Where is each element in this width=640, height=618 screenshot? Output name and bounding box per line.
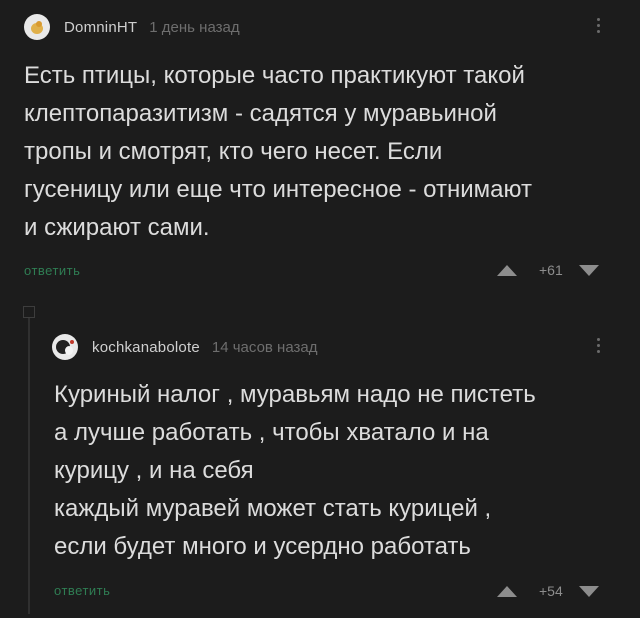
timestamp[interactable]: 14 часов назад [212, 339, 318, 356]
reply-button[interactable]: ответить [54, 583, 110, 598]
vote-controls: +54 [497, 583, 599, 599]
score: +61 [539, 262, 563, 278]
avatar[interactable] [24, 14, 50, 40]
author-name[interactable]: DomninHT [64, 19, 137, 36]
comment-header: kochkanabolote 14 часов назад [52, 334, 317, 360]
comment-text: Есть птицы, которые часто практикуют так… [24, 62, 532, 241]
upvote-icon[interactable] [497, 585, 517, 597]
author-name[interactable]: kochkanabolote [92, 339, 200, 356]
upvote-icon[interactable] [497, 264, 517, 276]
more-options-icon[interactable] [597, 338, 601, 353]
downvote-icon[interactable] [578, 585, 599, 597]
avatar[interactable] [52, 334, 78, 360]
comment-header: DomninHT 1 день назад [24, 14, 240, 40]
reply-button[interactable]: ответить [24, 263, 80, 278]
timestamp[interactable]: 1 день назад [149, 19, 239, 36]
collapse-thread-button[interactable] [23, 306, 35, 318]
downvote-icon[interactable] [578, 264, 599, 276]
thread-line [28, 314, 30, 614]
comment-text: Куриный налог , муравьям надо не пистеть… [54, 381, 536, 560]
score: +54 [539, 583, 563, 599]
more-options-icon[interactable] [597, 18, 601, 33]
vote-controls: +61 [497, 262, 599, 278]
